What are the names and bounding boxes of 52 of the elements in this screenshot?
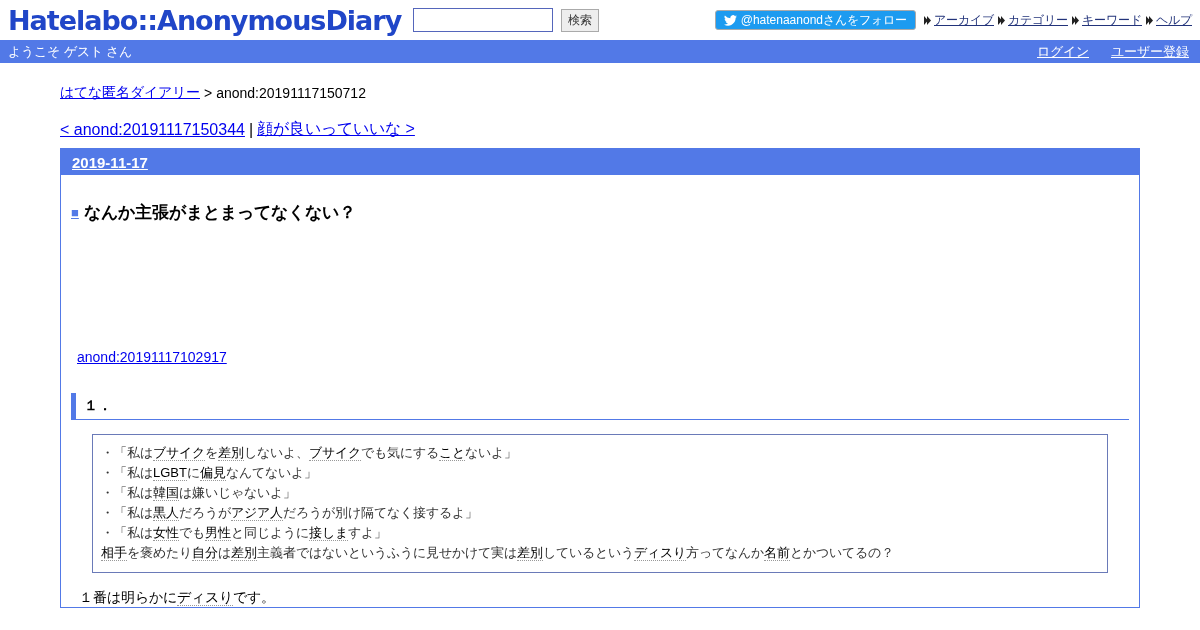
section-heading: １．: [71, 393, 1129, 420]
chevron-icon: [1146, 15, 1153, 25]
keyword-link[interactable]: 黒人: [153, 505, 179, 521]
quote-line: ・「私は黒人だろうがアジア人だろうが別け隔てなく接するよ」: [101, 504, 479, 523]
keyword-link[interactable]: ブサイク: [153, 445, 205, 461]
keyword-link[interactable]: 差別: [517, 545, 543, 561]
keyword-link[interactable]: 差別: [218, 445, 244, 461]
quote-line: ・「私はLGBTに偏見なんてないよ」: [101, 464, 318, 483]
nav-link[interactable]: ヘルプ: [1156, 11, 1192, 29]
pager-separator: |: [248, 120, 254, 139]
keyword-link[interactable]: ブサイク: [309, 445, 361, 461]
keyword-link[interactable]: 韓国: [153, 485, 179, 501]
search-field[interactable]: [413, 8, 554, 32]
paragraph: １番は明らかにディスり です。: [79, 588, 276, 607]
account-link[interactable]: ログイン: [1037, 42, 1089, 61]
chevron-icon: [998, 15, 1005, 25]
entry-title: なんか主張がまとまってなくない？: [83, 202, 356, 224]
chevron-icon: [924, 15, 931, 25]
breadcrumb-current: anond:20191117150712: [216, 85, 366, 101]
quote-line: 相手を褒めたり 自分は差別主義者ではないというふうに見せかけて実は差別 しているという ディスり 方ってなんか名前とかついてるの？: [101, 544, 895, 563]
site-logo[interactable]: Hatelabo::AnonymousDiary: [8, 4, 402, 36]
keyword-link[interactable]: 偏見: [199, 465, 226, 481]
search-button[interactable]: 検索: [561, 8, 600, 32]
keyword-link[interactable]: 男性: [205, 525, 231, 541]
permalink-mark[interactable]: ■: [71, 205, 79, 220]
keyword-link[interactable]: 名前: [764, 545, 790, 561]
welcome-text: ようこそ ゲスト さん: [8, 42, 133, 61]
account-link[interactable]: ユーザー登録: [1111, 42, 1189, 61]
keyword-link[interactable]: 女性: [153, 525, 179, 541]
keyword-link[interactable]: 差別: [231, 545, 257, 561]
previous-link[interactable]: < anond:20191117150344: [60, 120, 245, 139]
nav-link[interactable]: カテゴリー: [1008, 11, 1068, 29]
keyword-link[interactable]: 接しま: [309, 525, 348, 541]
keyword-link[interactable]: LGBT: [153, 465, 187, 481]
chevron-icon: [1072, 15, 1079, 25]
keyword-link[interactable]: 自分: [192, 545, 218, 561]
nav-link[interactable]: キーワード: [1082, 11, 1142, 29]
next-link[interactable]: 顔が良いっていいな >: [257, 119, 415, 140]
nav-link[interactable]: アーカイブ: [934, 11, 994, 29]
quote-line: ・「私はブサイク を差別 しないよ、ブサイク でも気にすること ないよ」: [101, 444, 518, 463]
keyword-link[interactable]: アジア人: [231, 505, 283, 521]
keyword-link[interactable]: こと: [439, 445, 465, 461]
breadcrumb-separator: >: [204, 85, 213, 101]
date-link[interactable]: 2019-11-17: [72, 153, 148, 171]
quote-line: ・「私は女性でも男性と同じように接しますよ」: [101, 524, 388, 543]
breadcrumb-link[interactable]: はてな匿名ダイアリー: [60, 84, 200, 102]
quote-line: ・「私は韓国は嫌いじゃないよ」: [101, 484, 297, 503]
bird-icon: [723, 14, 737, 26]
keyword-link[interactable]: 相手: [101, 545, 127, 561]
keyword-link[interactable]: ディスり: [177, 589, 233, 606]
keyword-link[interactable]: ディスり: [634, 545, 686, 561]
reference-link[interactable]: anond:20191117102917: [77, 349, 227, 365]
